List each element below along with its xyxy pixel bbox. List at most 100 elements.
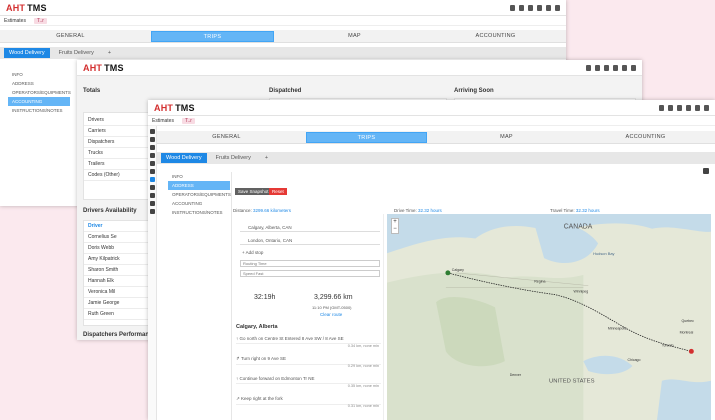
subtab-wood-delivery[interactable]: Wood Delivery <box>4 48 50 58</box>
map-city: Montreal <box>680 331 694 335</box>
app-logo[interactable]: AHT TMS <box>83 63 124 73</box>
menu-accounting[interactable]: ACCOUNTING <box>168 199 230 208</box>
tab-general[interactable]: GENERAL <box>10 31 131 42</box>
tab-trips[interactable]: TRIPS <box>306 131 427 143</box>
driver-row[interactable]: Jamie George <box>84 298 148 309</box>
menu-address[interactable]: ADDRESS <box>168 181 230 190</box>
direction-step[interactable]: ↑ Continue forward on Edmonton Tr NE 0.35… <box>236 376 381 388</box>
totals-item[interactable]: Dispatchers <box>84 137 148 148</box>
gear-icon[interactable] <box>695 104 700 111</box>
driver-row[interactable]: Cornelius Se <box>84 232 148 243</box>
subtab-fruits-delivery[interactable]: Fruits Delivery <box>211 153 256 163</box>
document-icon[interactable] <box>149 185 155 190</box>
driver-row[interactable]: Ruth Green <box>84 309 148 320</box>
tab-map[interactable]: MAP <box>447 132 566 143</box>
record-tag[interactable]: T..r <box>33 17 47 24</box>
user-icon[interactable] <box>595 64 600 71</box>
settings-icon[interactable] <box>703 168 709 174</box>
phone-icon[interactable] <box>686 104 691 111</box>
route-distance: 3,299.66 km <box>314 294 353 301</box>
phone-icon[interactable] <box>613 64 618 71</box>
bell-icon[interactable] <box>528 4 533 11</box>
user-icon[interactable] <box>668 104 673 111</box>
driver-row[interactable]: Veronica Mil <box>84 287 148 298</box>
main-tabs: GENERAL TRIPS MAP ACCOUNTING <box>157 131 715 144</box>
menu-info[interactable]: INFO <box>168 172 230 181</box>
speed-select[interactable]: Speed Fast <box>240 270 380 277</box>
users-icon[interactable] <box>149 145 155 150</box>
toolbar-icons <box>586 64 636 71</box>
menu-info[interactable]: INFO <box>8 70 70 79</box>
square-icon[interactable] <box>586 64 591 71</box>
totals-item[interactable]: Trailers <box>84 159 148 170</box>
truck-icon[interactable] <box>149 169 155 174</box>
tab-accounting[interactable]: ACCOUNTING <box>586 132 705 143</box>
app-logo[interactable]: AHT TMS <box>6 3 47 13</box>
direction-step[interactable]: ↑ Go north on Centre St Entered 8 Ave SW… <box>236 336 381 348</box>
totals-item[interactable]: Drivers <box>84 115 148 126</box>
report-icon[interactable] <box>149 209 155 214</box>
tab-general[interactable]: GENERAL <box>167 132 286 143</box>
clear-route-link[interactable]: Clear route <box>320 312 342 317</box>
bell-icon[interactable] <box>677 104 682 111</box>
driver-row[interactable]: Doris Webb <box>84 243 148 254</box>
dispatchers-performance-title: Dispatchers Performance <box>83 332 156 338</box>
add-subtab-button[interactable]: + <box>260 153 273 163</box>
destination-marker[interactable] <box>688 348 694 354</box>
logout-icon[interactable] <box>631 64 636 71</box>
user-icon[interactable] <box>519 4 524 11</box>
map-canvas[interactable]: CANADA UNITED STATES Hudson Bay Calgary … <box>387 214 711 420</box>
subtab-fruits-delivery[interactable]: Fruits Delivery <box>54 48 99 58</box>
user-icon[interactable] <box>149 153 155 158</box>
routing-select[interactable]: Routing Time <box>240 260 380 267</box>
square-icon[interactable] <box>510 4 515 11</box>
folder-icon[interactable] <box>149 161 155 166</box>
trailer-icon[interactable] <box>149 193 155 198</box>
origin-marker[interactable] <box>445 270 451 276</box>
dashboard-icon[interactable] <box>149 137 155 142</box>
menu-instructions[interactable]: INSTRUCTIONS/NOTES <box>8 106 70 115</box>
menu-address[interactable]: ADDRESS <box>8 79 70 88</box>
zoom-control[interactable]: + − <box>391 218 399 234</box>
totals-item[interactable]: Trucks <box>84 148 148 159</box>
save-snapshot-button[interactable]: Save Snapshot <box>235 188 272 195</box>
direction-step[interactable]: ↗ Keep right at the fork 0.31 km, none mi… <box>236 396 381 408</box>
menu-operators[interactable]: OPERATORS/EQUIPMENTS <box>8 88 71 97</box>
trips-icon[interactable] <box>149 177 155 182</box>
add-subtab-button[interactable]: + <box>103 48 116 58</box>
tab-trips[interactable]: TRIPS <box>151 30 274 42</box>
estimates-label[interactable]: Estimates <box>4 18 26 24</box>
phone-icon[interactable] <box>537 4 542 11</box>
reset-button[interactable]: Reset <box>269 188 287 195</box>
direction-step[interactable]: ↱ Turn right on 9 Ave SE 0.29 km, none mi… <box>236 356 381 368</box>
gear-icon[interactable] <box>622 64 627 71</box>
destination-field[interactable]: London, Ontario, CAN <box>240 237 380 245</box>
tab-map[interactable]: MAP <box>294 31 415 42</box>
briefcase-icon[interactable] <box>149 201 155 206</box>
menu-instructions[interactable]: INSTRUCTIONS/NOTES <box>168 208 230 217</box>
gear-icon[interactable] <box>546 4 551 11</box>
origin-field[interactable]: Calgary, Alberta, CAN <box>240 224 380 232</box>
arrival-time: 11:10 PM (GMT-0500) <box>312 305 352 310</box>
driver-row[interactable]: Amy Kilpatrick <box>84 254 148 265</box>
tab-accounting[interactable]: ACCOUNTING <box>435 31 556 42</box>
app-logo[interactable]: AHT TMS <box>154 103 195 113</box>
estimates-label[interactable]: Estimates <box>152 118 174 124</box>
route-map[interactable]: CANADA UNITED STATES Hudson Bay Calgary … <box>387 214 711 420</box>
dispatched-title: Dispatched <box>269 88 302 94</box>
square-icon[interactable] <box>659 104 664 111</box>
bell-icon[interactable] <box>604 64 609 71</box>
driver-row[interactable]: Hannah Elk <box>84 276 148 287</box>
logout-icon[interactable] <box>704 104 709 111</box>
menu-icon[interactable] <box>149 129 155 134</box>
subtab-wood-delivery[interactable]: Wood Delivery <box>161 153 207 163</box>
record-tag[interactable]: T..r <box>181 117 195 124</box>
menu-operators[interactable]: OPERATORS/EQUIPMENTS <box>168 190 231 199</box>
totals-item[interactable]: Codes (Other) <box>84 170 148 181</box>
totals-item[interactable]: Carriers <box>84 126 148 137</box>
menu-accounting[interactable]: ACCOUNTING <box>8 97 70 106</box>
logout-icon[interactable] <box>555 4 560 11</box>
map-city: Chicago <box>628 358 641 362</box>
driver-row[interactable]: Sharon Smith <box>84 265 148 276</box>
add-stop-button[interactable]: + Add stop <box>242 250 263 255</box>
